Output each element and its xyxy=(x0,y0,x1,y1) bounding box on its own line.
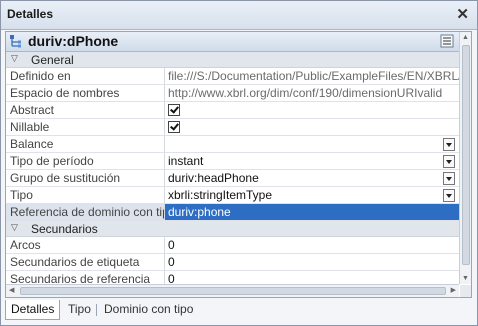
section-general[interactable]: ▽ General xyxy=(6,52,459,68)
row-nillable[interactable]: Nillable xyxy=(6,119,459,136)
property-key: Arcos xyxy=(6,237,165,253)
scroll-right-icon[interactable]: ▶ xyxy=(451,286,456,294)
row-referencia-de-dominio[interactable]: Referencia de dominio con tipo duriv:pho… xyxy=(6,204,462,221)
menu-toggle-icon[interactable] xyxy=(440,34,454,48)
property-key: Grupo de sustitución xyxy=(6,170,165,186)
property-key: Secundarios de etiqueta xyxy=(6,254,165,270)
window-title: Detalles xyxy=(7,7,54,21)
bottom-tab-bar: Detalles Tipo Dominio con tipo xyxy=(5,300,470,320)
row-arcos[interactable]: Arcos 0 xyxy=(6,237,459,254)
property-key: Abstract xyxy=(6,102,165,118)
property-key: Nillable xyxy=(6,119,165,135)
property-value xyxy=(165,102,462,118)
property-value[interactable]: http://www.xbrl.org/dim/conf/190/dimensi… xyxy=(165,85,462,101)
tab-tipo[interactable]: Tipo xyxy=(63,300,96,319)
scroll-thumb[interactable] xyxy=(20,287,446,295)
property-value[interactable]: 0 xyxy=(165,237,462,253)
property-value[interactable]: file:///S:/Documentation/Public/ExampleF… xyxy=(165,68,462,84)
row-espacio-de-nombres[interactable]: Espacio de nombres http://www.xbrl.org/d… xyxy=(6,85,459,102)
property-key: Tipo de período xyxy=(6,153,165,169)
tab-divider xyxy=(96,304,97,316)
row-secundarios-de-etiqueta[interactable]: Secundarios de etiqueta 0 xyxy=(6,254,459,271)
scroll-down-icon[interactable]: ▼ xyxy=(462,275,469,282)
row-grupo-de-sustitucion[interactable]: Grupo de sustitución duriv:headPhone xyxy=(6,170,459,187)
section-secundarios[interactable]: ▽ Secundarios xyxy=(6,221,459,237)
section-label: General xyxy=(31,53,74,67)
nillable-checkbox[interactable] xyxy=(168,121,180,133)
dropdown-arrow-icon[interactable] xyxy=(443,155,455,168)
dimension-node-icon xyxy=(10,35,21,48)
close-icon[interactable]: ✕ xyxy=(456,5,469,23)
property-key: Balance xyxy=(6,136,165,152)
property-value[interactable]: xbrli:stringItemType xyxy=(165,187,462,203)
element-header: duriv:dPhone xyxy=(6,32,459,52)
property-value[interactable]: 0 xyxy=(165,254,462,270)
horizontal-scrollbar[interactable]: ◀ ▶ xyxy=(6,284,459,297)
vertical-scrollbar[interactable]: ▲ ▼ xyxy=(459,32,471,284)
property-value xyxy=(165,119,462,135)
row-tipo[interactable]: Tipo xbrli:stringItemType xyxy=(6,187,459,204)
property-key: Espacio de nombres xyxy=(6,85,165,101)
collapse-triangle-icon[interactable]: ▽ xyxy=(11,53,18,64)
property-value-selected[interactable]: duriv:phone xyxy=(165,204,462,220)
scroll-up-icon[interactable]: ▲ xyxy=(462,34,469,41)
property-value[interactable]: duriv:headPhone xyxy=(165,170,462,186)
property-value[interactable] xyxy=(165,136,462,152)
abstract-checkbox[interactable] xyxy=(168,104,180,116)
row-balance[interactable]: Balance xyxy=(6,136,459,153)
properties-panel: duriv:dPhone ▽ General Definido en file:… xyxy=(5,31,472,298)
row-abstract[interactable]: Abstract xyxy=(6,102,459,119)
tab-detalles[interactable]: Detalles xyxy=(5,300,61,320)
row-tipo-de-periodo[interactable]: Tipo de período instant xyxy=(6,153,459,170)
collapse-triangle-icon[interactable]: ▽ xyxy=(11,222,18,233)
property-key: Referencia de dominio con tipo xyxy=(6,204,165,220)
scroll-thumb[interactable] xyxy=(462,45,470,265)
property-key: Definido en xyxy=(6,68,165,84)
dropdown-arrow-icon[interactable] xyxy=(443,189,455,202)
tab-dominio-con-tipo[interactable]: Dominio con tipo xyxy=(99,300,198,319)
row-definido-en[interactable]: Definido en file:///S:/Documentation/Pub… xyxy=(6,68,462,85)
section-label: Secundarios xyxy=(31,222,98,236)
dropdown-arrow-icon[interactable] xyxy=(443,172,455,185)
scrollbar-corner xyxy=(460,285,471,297)
property-key: Tipo xyxy=(6,187,165,203)
element-name: duriv:dPhone xyxy=(28,33,119,49)
scroll-left-icon[interactable]: ◀ xyxy=(9,286,14,294)
property-value[interactable]: instant xyxy=(165,153,462,169)
dropdown-arrow-icon[interactable] xyxy=(443,138,455,151)
property-grid: ▽ General Definido en file:///S:/Documen… xyxy=(6,52,462,288)
window-titlebar: Detalles ✕ xyxy=(1,1,477,30)
